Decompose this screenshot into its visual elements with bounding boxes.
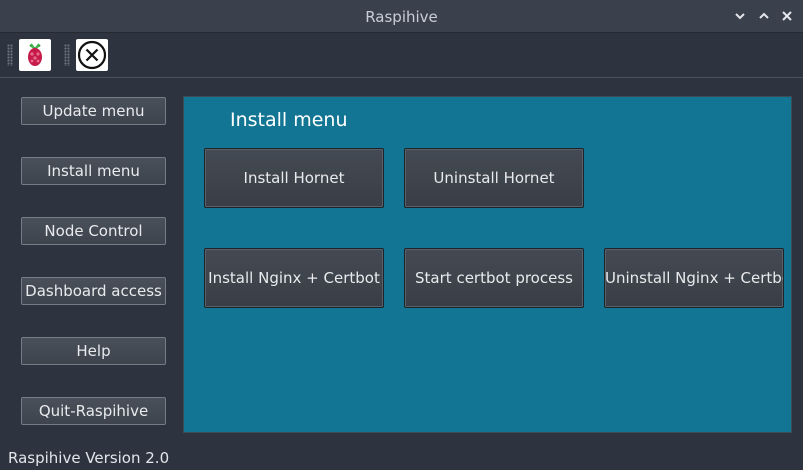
install-menu-panel: Install menu Install Hornet Uninstall Ho…: [183, 96, 792, 433]
toolbar-grip-handle[interactable]: [7, 44, 13, 66]
chevron-up-icon[interactable]: [756, 8, 772, 24]
panel-title: Install menu: [230, 109, 348, 131]
raspberry-pi-logo-icon[interactable]: [19, 39, 51, 71]
circle-x-icon[interactable]: [76, 39, 108, 71]
app-window: Raspihive Update menu Install menu Node …: [0, 0, 803, 470]
title-bar[interactable]: Raspihive: [0, 0, 803, 33]
start-certbot-process-button[interactable]: Start certbot process: [404, 248, 584, 308]
chevron-down-icon[interactable]: [732, 8, 748, 24]
node-control-button[interactable]: Node Control: [21, 217, 166, 245]
quit-raspihive-button[interactable]: Quit-Raspihive: [21, 397, 166, 425]
update-menu-button[interactable]: Update menu: [21, 97, 166, 125]
dashboard-access-button[interactable]: Dashboard access: [21, 277, 166, 305]
close-icon[interactable]: [779, 8, 795, 24]
window-title: Raspihive: [365, 8, 438, 26]
install-menu-button[interactable]: Install menu: [21, 157, 166, 185]
uninstall-hornet-button[interactable]: Uninstall Hornet: [404, 148, 584, 208]
install-hornet-button[interactable]: Install Hornet: [204, 148, 384, 208]
install-nginx-certbot-button[interactable]: Install Nginx + Certbot: [204, 248, 384, 308]
toolbar: [0, 33, 803, 78]
uninstall-nginx-certbot-button[interactable]: Uninstall Nginx + Certbot: [604, 248, 784, 308]
version-status-text: Raspihive Version 2.0: [8, 449, 170, 467]
help-button[interactable]: Help: [21, 337, 166, 365]
toolbar-grip-handle[interactable]: [64, 44, 70, 66]
